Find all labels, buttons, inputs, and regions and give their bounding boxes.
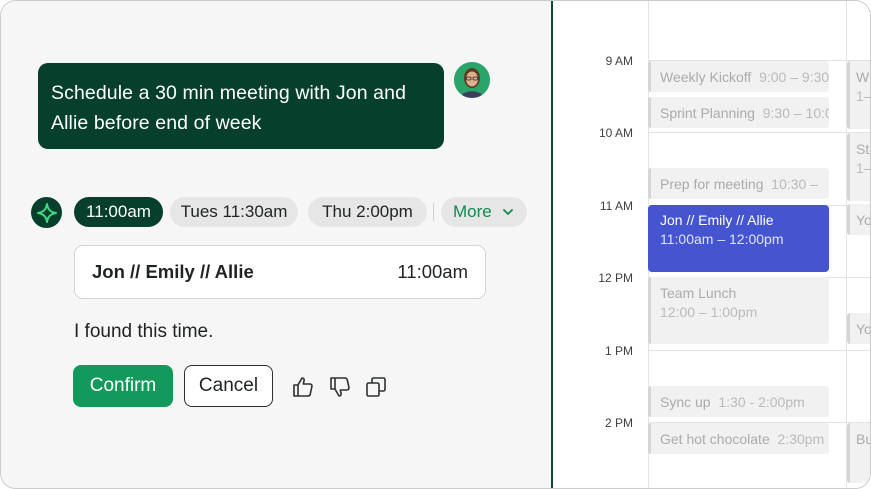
event-time: 2:30pm	[777, 431, 825, 447]
sparkle-icon	[31, 197, 62, 228]
event-title: Jon // Emily // Allie	[660, 212, 774, 228]
app-window: Schedule a 30 min meeting with Jon and A…	[0, 0, 871, 489]
time-chip[interactable]: Thu 2:00pm	[308, 197, 427, 227]
event-title: Sprint Planning	[660, 105, 755, 121]
calendar-event[interactable]: Team Lunch 12:00 – 1:00pm	[648, 277, 829, 344]
confirm-button[interactable]: Confirm	[73, 365, 173, 407]
event-title: Team Lunch	[660, 285, 737, 301]
thumbs-down-icon[interactable]	[328, 375, 352, 399]
time-chip[interactable]: Tues 11:30am	[170, 197, 298, 227]
time-label: 10 AM	[598, 126, 633, 140]
time-label: 9 AM	[605, 54, 633, 68]
user-avatar	[454, 62, 490, 98]
event-title: Weekly Kickoff	[660, 69, 752, 85]
event-preview-time: 11:00am	[397, 261, 468, 282]
copy-icon[interactable]	[364, 375, 388, 399]
calendar-event-partial[interactable]: Yo	[847, 313, 871, 344]
event-time: 9:00 – 9:30	[759, 69, 829, 85]
event-time: 1–	[856, 160, 871, 176]
chevron-down-icon	[503, 209, 513, 215]
more-label: More	[453, 202, 492, 221]
hour-line	[648, 132, 870, 133]
event-time: 1:30 - 2:00pm	[718, 394, 805, 410]
event-title: W	[856, 69, 870, 85]
event-time: 12:00 – 1:00pm	[660, 304, 758, 320]
cancel-button[interactable]: Cancel	[184, 365, 273, 407]
event-time: 10:30 –	[771, 176, 818, 192]
calendar-event-partial[interactable]: Bu	[847, 423, 870, 483]
event-title: Sync up	[660, 394, 711, 410]
event-title: Yo	[856, 212, 871, 228]
calendar-event-partial[interactable]: W 1–	[847, 61, 871, 129]
hour-line	[648, 350, 870, 351]
more-button[interactable]: More	[441, 197, 527, 227]
calendar-event[interactable]: Get hot chocolate 2:30pm	[648, 423, 829, 454]
event-title: Prep for meeting	[660, 176, 764, 192]
time-label: 1 PM	[604, 344, 633, 358]
calendar-panel: 9 AM 10 AM 11 AM 12 PM 1 PM 2 PM Weekly …	[553, 1, 871, 488]
calendar-event-partial[interactable]: St 1–	[847, 133, 871, 201]
time-label: 2 PM	[604, 416, 633, 430]
calendar-event[interactable]: Sprint Planning 9:30 – 10:00	[648, 97, 829, 128]
time-chip-selected[interactable]: 11:00am	[74, 197, 163, 227]
chip-divider	[433, 203, 434, 221]
calendar-event[interactable]: Weekly Kickoff 9:00 – 9:30	[648, 61, 829, 92]
time-label: 11 AM	[599, 199, 633, 213]
event-preview-title: Jon // Emily // Allie	[92, 261, 254, 282]
assistant-reply: I found this time.	[74, 321, 214, 342]
calendar-event[interactable]: Prep for meeting 10:30 –	[648, 168, 829, 199]
user-message-bubble: Schedule a 30 min meeting with Jon and A…	[38, 63, 444, 149]
event-preview-card[interactable]: Jon // Emily // Allie 11:00am	[74, 245, 486, 299]
event-title: Bu	[856, 431, 870, 447]
chat-panel: Schedule a 30 min meeting with Jon and A…	[1, 1, 551, 488]
selected-calendar-event[interactable]: Jon // Emily // Allie 11:00am – 12:00pm	[648, 205, 829, 272]
event-time: 1–	[856, 88, 871, 104]
calendar-event-partial[interactable]: Yo	[847, 204, 871, 235]
calendar-event[interactable]: Sync up 1:30 - 2:00pm	[648, 386, 829, 417]
event-title: St	[856, 141, 870, 157]
event-time: 9:30 – 10:00	[762, 105, 829, 121]
event-title: Yo	[856, 321, 871, 337]
event-title: Get hot chocolate	[660, 431, 770, 447]
event-time: 11:00am – 12:00pm	[660, 231, 784, 247]
time-label: 12 PM	[598, 271, 633, 285]
thumbs-up-icon[interactable]	[291, 375, 315, 399]
